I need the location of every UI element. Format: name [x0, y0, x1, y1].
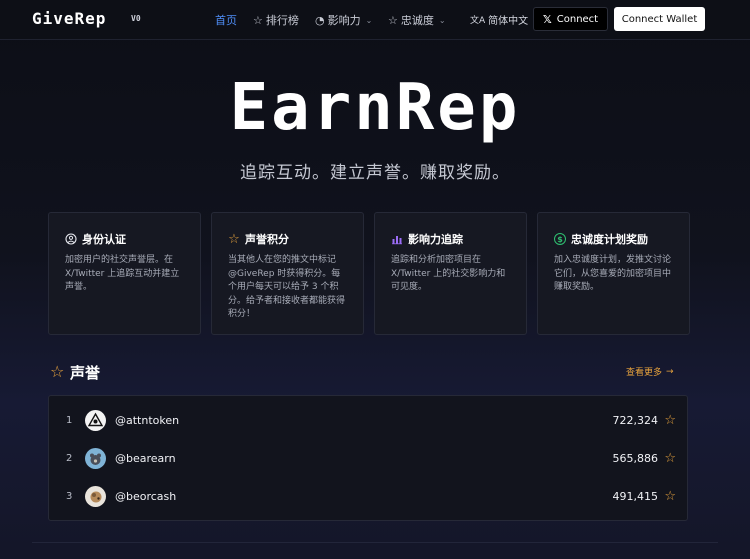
rep-score: 565,886: [612, 451, 659, 465]
nav-home[interactable]: 首页: [215, 12, 237, 28]
user-handle: @attntoken: [115, 413, 180, 427]
rank-number: 1: [66, 414, 73, 426]
feature-card-identity: 身份认证 加密用户的社交声誉层。在 X/Twitter 上追踪互动并建立声誉。: [48, 212, 201, 335]
hero-title: EarnRep: [229, 71, 521, 145]
star-outline-icon: ☆: [388, 13, 398, 27]
arrow-right-icon: →: [666, 366, 674, 377]
user-handle: @beorcash: [115, 489, 177, 503]
divider: [32, 542, 718, 543]
see-more-link[interactable]: 查看更多 →: [626, 365, 674, 379]
user-handle: @bearearn: [115, 451, 176, 465]
connect-x-button[interactable]: 𝕏 Connect: [533, 7, 608, 31]
feature-title: 声誉积分: [245, 233, 289, 246]
feature-desc: 加密用户的社交声誉层。在 X/Twitter 上追踪互动并建立声誉。: [65, 255, 180, 292]
star-outline-icon: ☆: [664, 450, 676, 466]
reputation-leaderboard: 1 @attntoken 722,324 ☆ 2 @bearearn 565,8…: [48, 395, 688, 521]
nav-leaderboard[interactable]: ☆ 排行榜: [253, 12, 299, 28]
user-circle-icon: [65, 233, 77, 245]
version-badge: V0: [131, 14, 141, 23]
rank-number: 2: [66, 452, 73, 464]
connect-wallet-button[interactable]: Connect Wallet: [614, 7, 705, 31]
nav-influence-label: 影响力: [327, 14, 361, 27]
connect-x-label: Connect: [556, 13, 599, 25]
pie-chart-icon: ◔: [315, 13, 325, 27]
see-more-label: 查看更多: [626, 368, 663, 378]
nav-home-label: 首页: [215, 14, 237, 27]
star-outline-icon: ☆: [253, 13, 263, 27]
language-label: 简体中文: [488, 16, 529, 27]
leaderboard-row[interactable]: 2 @bearearn 565,886 ☆: [49, 439, 687, 477]
dollar-circle-icon: $: [554, 233, 566, 245]
avatar: [85, 409, 106, 431]
avatar: [85, 485, 106, 507]
feature-desc: 追踪和分析加密项目在 X/Twitter 上的社交影响力和可见度。: [391, 255, 506, 292]
logo[interactable]: GiveRep: [32, 9, 106, 28]
rank-number: 3: [66, 490, 73, 502]
feature-desc: 当其他人在您的推文中标记 @GiveRep 时获得积分。每个用户每天可以给予 3…: [228, 255, 346, 319]
rep-score: 491,415: [612, 489, 659, 503]
leaderboard-row[interactable]: 1 @attntoken 722,324 ☆: [49, 401, 687, 439]
feature-card-influence: 影响力追踪 追踪和分析加密项目在 X/Twitter 上的社交影响力和可见度。: [374, 212, 527, 335]
feature-title: 身份认证: [82, 233, 126, 246]
nav-loyalty-label: 忠诚度: [400, 14, 434, 27]
bar-chart-icon: [391, 233, 403, 245]
translate-icon: 文A: [470, 16, 486, 26]
section-title: 声誉: [70, 364, 101, 382]
avatar: [85, 447, 106, 469]
star-outline-icon: ☆: [50, 362, 65, 381]
feature-title: 影响力追踪: [408, 233, 463, 246]
language-selector[interactable]: 文A 简体中文: [470, 12, 528, 27]
chevron-down-icon: ⌄: [438, 15, 446, 25]
feature-desc: 加入忠诚度计划，发推文讨论它们，从您喜爱的加密项目中赚取奖励。: [554, 255, 672, 292]
star-outline-icon: ☆: [228, 231, 240, 247]
star-outline-icon: ☆: [664, 488, 676, 504]
feature-card-rep-points: ☆ 声誉积分 当其他人在您的推文中标记 @GiveRep 时获得积分。每个用户每…: [211, 212, 364, 335]
leaderboard-row[interactable]: 3 @beorcash 491,415 ☆: [49, 477, 687, 515]
nav-loyalty[interactable]: ☆ 忠诚度 ⌄: [388, 12, 446, 28]
chevron-down-icon: ⌄: [365, 15, 373, 25]
star-outline-icon: ☆: [664, 412, 676, 428]
top-nav-bar: GiveRep V0 首页 ☆ 排行榜 ◔ 影响力 ⌄ ☆ 忠诚度 ⌄ 文A 简…: [0, 0, 750, 40]
nav-influence[interactable]: ◔ 影响力 ⌄: [315, 12, 372, 28]
feature-card-loyalty: $ 忠诚度计划奖励 加入忠诚度计划，发推文讨论它们，从您喜爱的加密项目中赚取奖励…: [537, 212, 690, 335]
feature-title: 忠诚度计划奖励: [571, 233, 648, 246]
x-logo-icon: 𝕏: [542, 12, 552, 26]
nav-leaderboard-label: 排行榜: [265, 14, 299, 27]
hero-subtitle: 追踪互动。建立声誉。赚取奖励。: [240, 163, 510, 183]
rep-score: 722,324: [612, 413, 659, 427]
